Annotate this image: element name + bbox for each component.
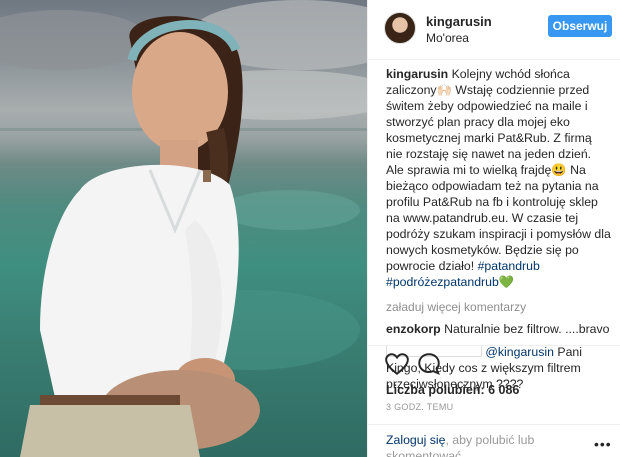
speech-bubble-icon[interactable]: [416, 351, 442, 377]
likes-count[interactable]: Liczba polubień: 6 086: [386, 383, 519, 397]
post-sidebar: kingarusin Mo'orea Obserwuj kingarusin K…: [367, 0, 620, 457]
green-heart-emoji: 💚: [498, 275, 515, 289]
post-actions: Liczba polubień: 6 086 3 GODZ. TEMU Zalo…: [368, 345, 620, 457]
post-timestamp: 3 GODZ. TEMU: [386, 402, 454, 412]
follow-button[interactable]: Obserwuj: [548, 15, 612, 37]
comments-section: kingarusin Kolejny wchód słońca zaliczon…: [386, 66, 611, 392]
login-link[interactable]: Zaloguj się: [386, 433, 445, 447]
avatar[interactable]: [384, 12, 416, 44]
comment: enzokorp Naturalnie bez filtrow. ....bra…: [386, 321, 611, 337]
hashtag-podrozezpatandrub[interactable]: #podróżezpatandrub: [386, 275, 499, 289]
login-prompt: Zaloguj się, aby polubić lub skomentować…: [368, 424, 620, 457]
heart-outline-icon[interactable]: [384, 351, 410, 377]
hashtag-patandrub[interactable]: #patandrub: [478, 259, 540, 273]
caption-username[interactable]: kingarusin: [386, 67, 448, 81]
more-options-icon[interactable]: •••: [594, 436, 612, 452]
post-photo[interactable]: [0, 0, 367, 457]
comment-text: Naturalnie bez filtrow. ....bravo: [444, 322, 610, 336]
username-link[interactable]: kingarusin: [426, 14, 492, 29]
location-link[interactable]: Mo'orea: [426, 31, 469, 45]
caption-text: Kolejny wchód słońca zaliczony🙌🏻 Wstaję …: [386, 67, 611, 273]
load-more-comments[interactable]: załaduj więcej komentarzy: [386, 300, 611, 314]
caption: kingarusin Kolejny wchód słońca zaliczon…: [386, 66, 611, 290]
post-header: kingarusin Mo'orea Obserwuj: [368, 0, 620, 60]
comment-username[interactable]: enzokorp: [386, 322, 441, 336]
woman-by-sea-illustration: [0, 0, 367, 457]
